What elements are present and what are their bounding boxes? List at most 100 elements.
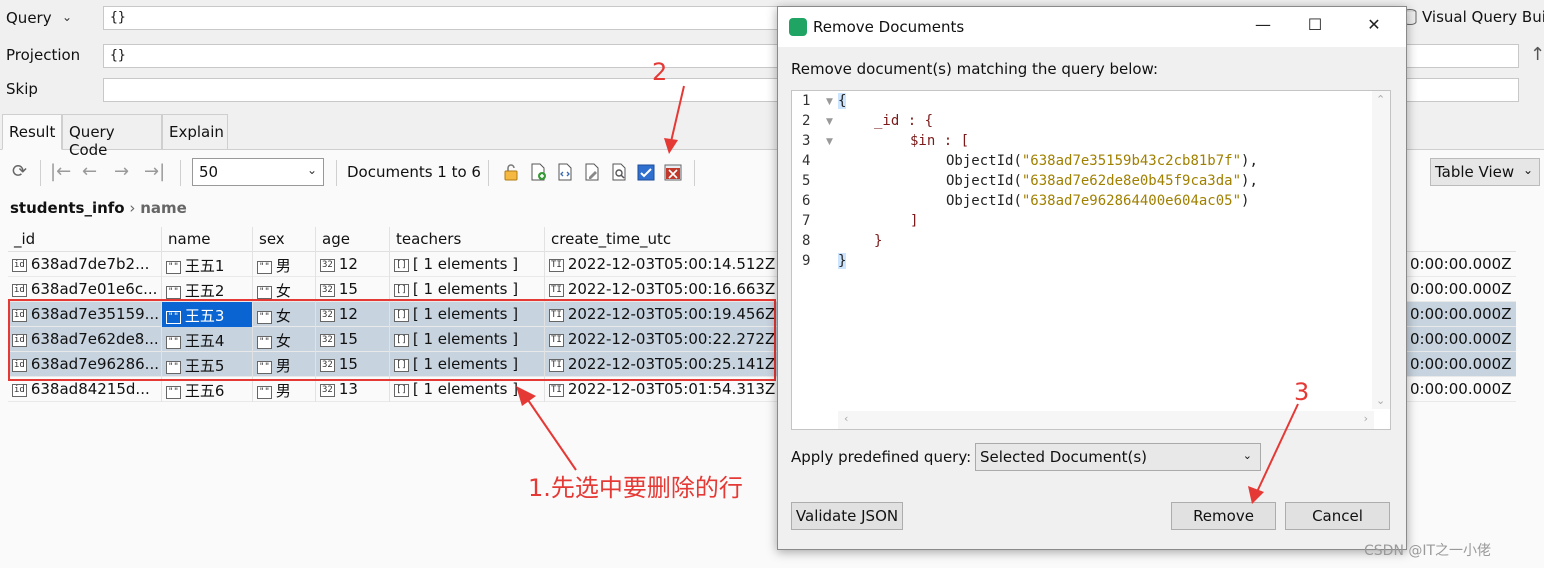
apply-predefined-label: Apply predefined query: (791, 448, 972, 466)
prev-page-icon[interactable]: ← (82, 162, 97, 182)
code-oid-value: "638ad7e962864400e604ac05" (1021, 193, 1242, 209)
minimize-icon[interactable]: — (1251, 15, 1275, 34)
breadcrumb-field[interactable]: name (140, 199, 187, 217)
code-area[interactable]: { _id : { $in : [ ObjectId("638ad7e35159… (838, 91, 1372, 409)
maximize-icon[interactable]: ☐ (1303, 15, 1327, 34)
cell-hidden-column[interactable]: 0:00:00.000Z (1410, 277, 1512, 302)
remove-button[interactable]: Remove (1171, 502, 1276, 530)
cell-teachers[interactable]: [][ 1 elements ] (390, 352, 545, 377)
scroll-right-icon[interactable]: › (1364, 412, 1368, 425)
cell-sex[interactable]: "" 男 (253, 252, 316, 277)
scroll-up-icon[interactable]: ⌃ (1376, 93, 1385, 106)
cancel-button[interactable]: Cancel (1285, 502, 1390, 530)
sort-arrow-icon[interactable]: ↑ (1530, 44, 1544, 65)
cell-name[interactable]: "" 王五2 (162, 277, 253, 302)
cell-teachers[interactable]: [][ 1 elements ] (390, 327, 545, 352)
lock-icon[interactable] (501, 162, 521, 182)
line-number-gutter: 1 2 3 4 5 6 7 8 9 ▼ ▼ ▼ (792, 91, 840, 429)
visual-query-builder-button[interactable]: Visual Query Bui (1402, 8, 1544, 26)
refresh-icon[interactable]: ⟳ (12, 162, 27, 182)
breadcrumb-collection[interactable]: students_info (10, 199, 125, 217)
column-header-age[interactable]: age (316, 227, 390, 252)
cell-name[interactable]: "" 王五3 (162, 302, 253, 327)
chevron-down-icon: ⌄ (306, 163, 317, 177)
scroll-left-icon[interactable]: ‹ (844, 412, 848, 425)
cell-create-time[interactable]: TI 2022-12-03T05:00:14.512Z (545, 252, 785, 277)
column-header-create-time[interactable]: create_time_utc (545, 227, 785, 252)
cell-create-time[interactable]: TI 2022-12-03T05:00:19.456Z (545, 302, 785, 327)
cell-value: 2022-12-03T05:00:16.663Z (567, 280, 776, 298)
view-document-icon[interactable] (555, 162, 575, 182)
cell-id[interactable]: id 638ad7e62de8... (8, 327, 162, 352)
next-page-icon[interactable]: → (114, 162, 129, 182)
validate-json-button[interactable]: Validate JSON (791, 502, 903, 530)
tab-result[interactable]: Result (2, 114, 62, 150)
edit-document-icon[interactable] (582, 162, 602, 182)
cell-name[interactable]: "" 王五6 (162, 377, 253, 402)
dialog-title-bar[interactable]: Remove Documents — ☐ ✕ (778, 7, 1406, 47)
type-icon: id (12, 384, 27, 397)
type-icon: "" (166, 361, 181, 374)
cell-teachers[interactable]: [][ 1 elements ] (390, 277, 545, 302)
search-document-icon[interactable] (609, 162, 629, 182)
cell-teachers[interactable]: [][ 1 elements ] (390, 302, 545, 327)
cell-value: 男 (275, 382, 291, 400)
cell-id[interactable]: id 638ad7e35159... (8, 302, 162, 327)
line-number: 3 (802, 133, 811, 149)
cell-teachers[interactable]: [][ 1 elements ] (390, 252, 545, 277)
cell-hidden-column[interactable]: 0:00:00.000Z (1410, 252, 1512, 277)
cell-id[interactable]: id 638ad7e01e6c... (8, 277, 162, 302)
chevron-down-icon[interactable]: ⌄ (62, 10, 72, 24)
cell-age[interactable]: 32 13 (316, 377, 390, 402)
cell-value: 王五1 (184, 257, 225, 275)
editor-vertical-scrollbar[interactable]: ⌃ ⌄ (1372, 91, 1390, 409)
tab-explain[interactable]: Explain (162, 114, 228, 150)
toolbar-divider (40, 160, 41, 186)
cell-sex[interactable]: "" 女 (253, 302, 316, 327)
cell-value: [ 1 elements ] (412, 280, 519, 298)
cell-age[interactable]: 32 15 (316, 277, 390, 302)
first-page-icon[interactable]: |← (50, 162, 71, 182)
cell-hidden-column[interactable]: 0:00:00.000Z (1410, 377, 1512, 402)
scroll-down-icon[interactable]: ⌄ (1376, 394, 1385, 407)
cell-hidden-column[interactable]: 0:00:00.000Z (1410, 327, 1512, 352)
fold-toggle-icon[interactable]: ▼ (826, 97, 833, 107)
cell-age[interactable]: 32 12 (316, 302, 390, 327)
type-icon: id (12, 309, 27, 322)
tab-query-code[interactable]: Query Code (62, 114, 162, 159)
close-icon[interactable]: ✕ (1362, 15, 1386, 34)
column-header-name[interactable]: name (162, 227, 253, 252)
column-header-teachers[interactable]: teachers (390, 227, 545, 252)
page-size-value: 50 (199, 163, 219, 181)
cell-age[interactable]: 32 15 (316, 352, 390, 377)
cell-sex[interactable]: "" 女 (253, 327, 316, 352)
cell-id[interactable]: id 638ad84215d... (8, 377, 162, 402)
add-document-icon[interactable] (528, 162, 548, 182)
cell-age[interactable]: 32 12 (316, 252, 390, 277)
cell-create-time[interactable]: TI 2022-12-03T05:00:22.272Z (545, 327, 785, 352)
cell-name[interactable]: "" 王五4 (162, 327, 253, 352)
cell-create-time[interactable]: TI 2022-12-03T05:00:16.663Z (545, 277, 785, 302)
cell-id[interactable]: id 638ad7e96286... (8, 352, 162, 377)
type-icon: TI (549, 284, 564, 297)
cell-hidden-column[interactable]: 0:00:00.000Z (1410, 302, 1512, 327)
page-size-select[interactable]: 50 ⌄ (192, 158, 324, 186)
cell-sex[interactable]: "" 男 (253, 377, 316, 402)
fold-toggle-icon[interactable]: ▼ (826, 117, 833, 127)
cell-id[interactable]: id 638ad7de7b2... (8, 252, 162, 277)
predefined-query-select[interactable]: Selected Document(s) ⌄ (975, 443, 1261, 471)
cell-age[interactable]: 32 15 (316, 327, 390, 352)
delete-document-icon[interactable] (663, 162, 683, 182)
fold-toggle-icon[interactable]: ▼ (826, 137, 833, 147)
cell-sex[interactable]: "" 女 (253, 277, 316, 302)
cell-name[interactable]: "" 王五5 (162, 352, 253, 377)
column-header-sex[interactable]: sex (253, 227, 316, 252)
last-page-icon[interactable]: →| (144, 162, 165, 182)
cell-create-time[interactable]: TI 2022-12-03T05:00:25.141Z (545, 352, 785, 377)
view-mode-select[interactable]: Table View ⌄ (1430, 158, 1540, 186)
cell-name[interactable]: "" 王五1 (162, 252, 253, 277)
select-all-icon[interactable] (636, 162, 656, 182)
column-header-id[interactable]: _id (8, 227, 162, 252)
cell-hidden-column[interactable]: 0:00:00.000Z (1410, 352, 1512, 377)
cell-sex[interactable]: "" 男 (253, 352, 316, 377)
